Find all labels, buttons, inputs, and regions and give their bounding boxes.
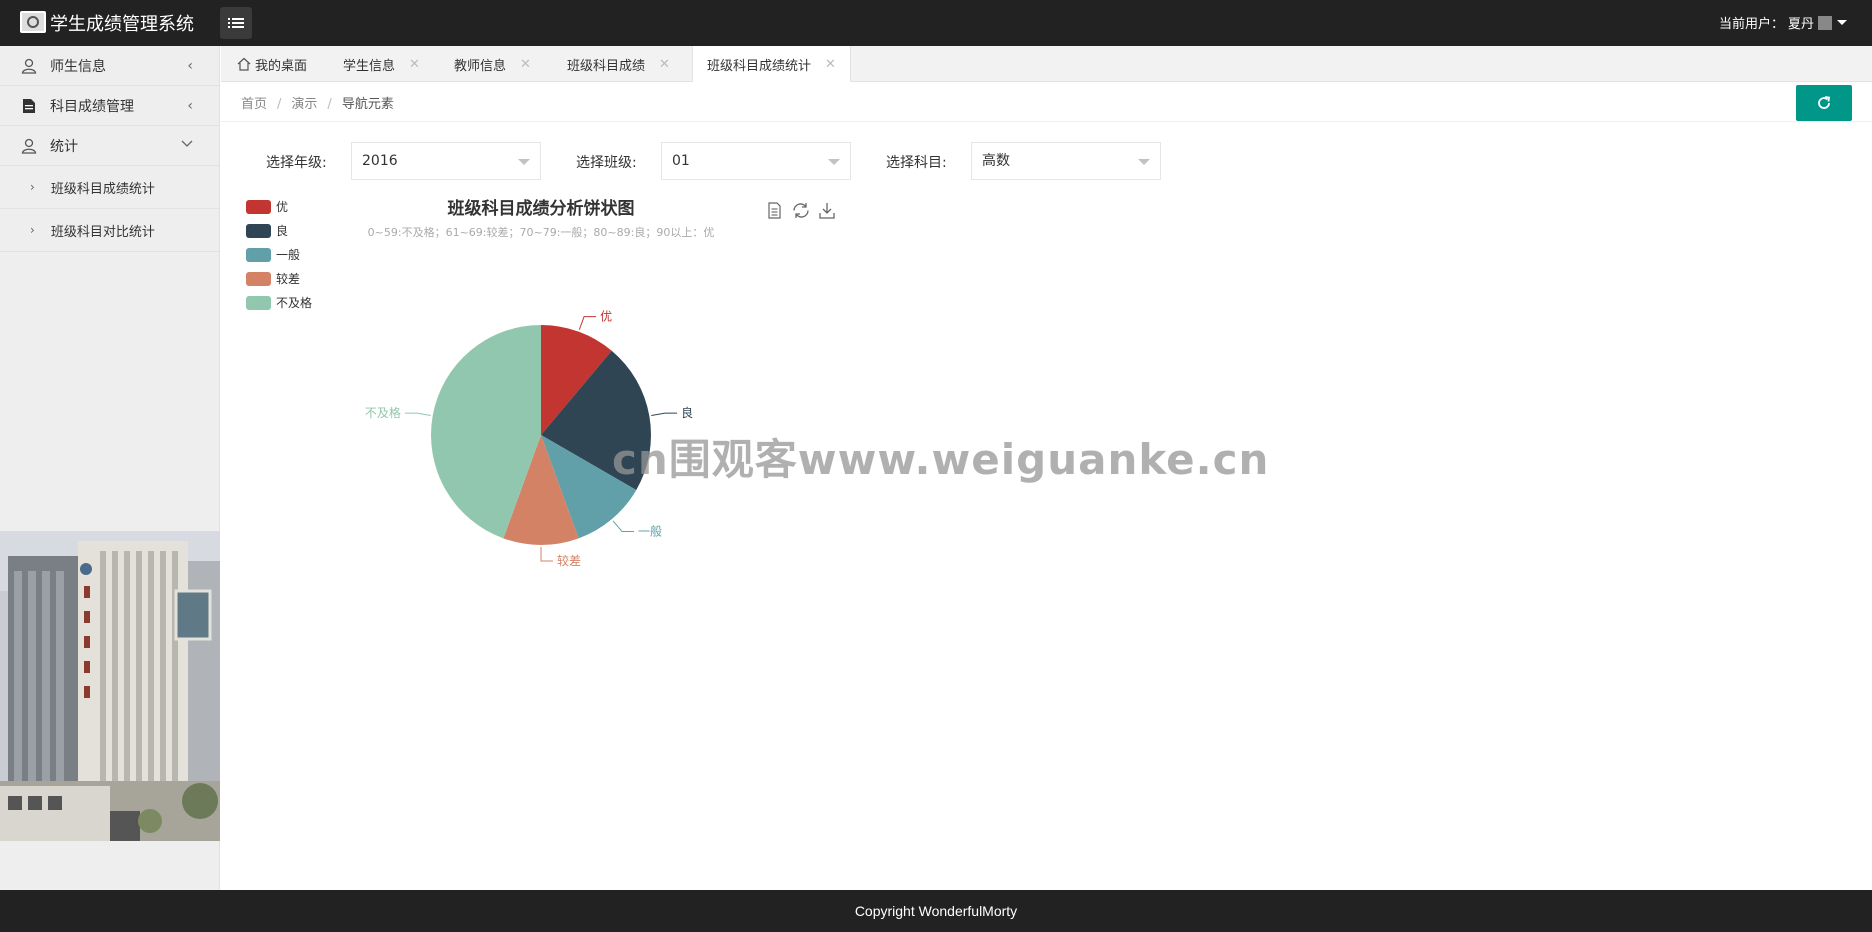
current-user-label: 当前用户： [1718, 17, 1784, 32]
refresh-button[interactable] [1796, 85, 1852, 121]
user-icon [20, 57, 38, 75]
chevron-down-icon [181, 136, 193, 152]
legend-swatch [246, 272, 271, 286]
close-icon[interactable]: ✕ [520, 57, 531, 72]
pie-slice-label: 不及格 [365, 405, 401, 420]
legend-swatch [246, 296, 271, 310]
chevron-left-icon: ‹ [187, 98, 193, 114]
avatar [1818, 15, 1832, 30]
sidebar-subitem-class-compare-stats[interactable]: › 班级科目对比统计 [0, 209, 219, 252]
subject-label: 选择科目: [886, 155, 947, 171]
chevron-right-icon: › [30, 180, 35, 194]
sidebar-item-label: 科目成绩管理 [50, 98, 134, 115]
app-title: 学生成绩管理系统 [50, 14, 194, 35]
pie-label-line [540, 547, 553, 562]
footer: Copyright WonderfulMorty [0, 890, 1872, 932]
tab-label: 班级科目成绩 [567, 58, 646, 74]
document-icon [20, 97, 38, 115]
subject-select-value: 高数 [982, 153, 1010, 169]
pie-label-line [612, 520, 634, 533]
pie-slice-label: 一般 [638, 524, 662, 539]
data-view-icon[interactable] [768, 202, 781, 219]
close-icon[interactable]: ✕ [659, 57, 670, 72]
menu-toggle-button[interactable] [220, 7, 252, 39]
user-icon [20, 137, 38, 155]
chevron-left-icon: ‹ [187, 58, 193, 74]
chart-subtitle: 0~59:不及格；61~69:较差；70~79:一般；80~89:良；90以上：… [368, 225, 715, 239]
close-icon[interactable]: ✕ [825, 57, 836, 72]
breadcrumb-bar: 首页 / 演示 / 导航元素 [221, 82, 1872, 122]
grade-label: 选择年级: [266, 155, 327, 171]
caret-down-icon [1138, 159, 1150, 165]
legend-label: 一般 [276, 247, 300, 262]
close-icon[interactable]: ✕ [409, 57, 420, 72]
pie-label-line [404, 412, 431, 417]
school-logo [20, 11, 46, 33]
tab-label: 学生信息 [343, 58, 396, 74]
sidebar-item-score-management[interactable]: 科目成绩管理 ‹ [0, 86, 219, 126]
breadcrumb-demo[interactable]: 演示 [291, 97, 317, 112]
tab-my-desktop[interactable]: 我的桌面 [237, 46, 307, 82]
current-user-name: 夏丹 [1787, 17, 1814, 32]
class-label: 选择班级: [576, 155, 637, 171]
tab-label: 班级科目成绩统计 [707, 59, 812, 74]
download-icon[interactable] [819, 203, 835, 219]
grade-select-value: 2016 [362, 153, 398, 169]
tab-label: 我的桌面 [255, 58, 308, 74]
legend-label: 良 [276, 223, 288, 238]
campus-building-image [0, 531, 220, 841]
sidebar: 师生信息 ‹ 科目成绩管理 ‹ 统计 › 班级科目成绩统计 › 班级科目对比统计 [0, 46, 220, 890]
sidebar-item-statistics[interactable]: 统计 [0, 126, 219, 166]
chart-title: 班级科目成绩分析饼状图 [448, 198, 635, 219]
tab-label: 教师信息 [454, 58, 507, 74]
legend-item[interactable]: 不及格 [246, 295, 312, 310]
legend-item[interactable]: 良 [246, 223, 288, 238]
caret-down-icon[interactable] [1836, 19, 1848, 27]
pie-chart-svg: 优良一般较差不及格 班级科目成绩分析饼状图 0~59:不及格；61~69:较差；… [246, 198, 835, 568]
top-header: 学生成绩管理系统 当前用户： 夏丹 [0, 0, 1872, 46]
list-icon [228, 18, 244, 28]
tab-bar: 我的桌面 学生信息 ✕ 教师信息 ✕ 班级科目成绩 ✕ 班级科目成绩统计 ✕ [221, 46, 1872, 83]
class-select-value: 01 [672, 153, 690, 169]
tab-class-subject-score-stats[interactable]: 班级科目成绩统计 ✕ [692, 46, 851, 83]
refresh-icon [1818, 96, 1831, 109]
breadcrumb: 首页 / 演示 / 导航元素 [241, 97, 394, 112]
legend-label: 优 [276, 200, 288, 214]
current-user[interactable]: 当前用户： 夏丹 [1719, 13, 1848, 32]
tab-student-info[interactable]: 学生信息 ✕ [343, 46, 420, 82]
sidebar-item-teacher-student[interactable]: 师生信息 ‹ [0, 46, 219, 86]
pie-slice-label: 优 [600, 310, 612, 324]
pie-slice-label: 良 [681, 405, 693, 420]
caret-down-icon [828, 159, 840, 165]
pie-label-line [578, 316, 597, 330]
copyright-text: Copyright WonderfulMorty [854, 903, 1018, 919]
legend-item[interactable]: 一般 [246, 247, 300, 262]
sidebar-subitem-label: 班级科目成绩统计 [50, 181, 155, 197]
legend-item[interactable]: 较差 [246, 271, 300, 286]
restore-icon[interactable] [793, 203, 809, 218]
sidebar-item-label: 师生信息 [50, 58, 106, 75]
legend-swatch [246, 248, 271, 262]
legend-item[interactable]: 优 [246, 200, 288, 214]
sidebar-item-label: 统计 [50, 138, 78, 155]
sidebar-subitem-label: 班级科目对比统计 [50, 224, 155, 240]
tab-class-subject-score[interactable]: 班级科目成绩 ✕ [567, 46, 670, 82]
legend-label: 较差 [276, 271, 300, 286]
subject-select[interactable]: 高数 [971, 142, 1161, 180]
home-icon [237, 57, 251, 71]
legend-swatch [246, 200, 271, 214]
score-pie-chart: 优良一般 较差 不及格 班级科目成绩分析饼状图 0~59:不及格；61~69:较差；… [221, 190, 1121, 610]
chevron-right-icon: › [30, 223, 35, 237]
grade-select[interactable]: 2016 [351, 142, 541, 180]
sidebar-subitem-class-score-stats[interactable]: › 班级科目成绩统计 [0, 166, 219, 209]
pie-label-line [651, 412, 678, 417]
legend-swatch [246, 224, 271, 238]
caret-down-icon [518, 159, 530, 165]
tab-teacher-info[interactable]: 教师信息 ✕ [454, 46, 531, 82]
breadcrumb-current: 导航元素 [341, 97, 394, 112]
breadcrumb-home[interactable]: 首页 [241, 97, 267, 112]
pie-slice-label: 较差 [557, 553, 581, 568]
legend-label: 不及格 [276, 295, 312, 310]
class-select[interactable]: 01 [661, 142, 851, 180]
